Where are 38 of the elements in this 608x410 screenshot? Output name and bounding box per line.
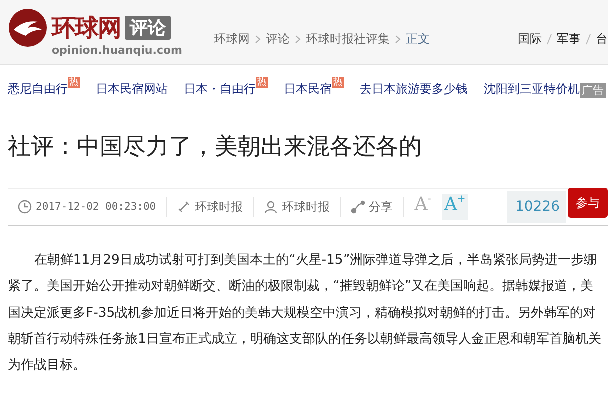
link-icon — [177, 200, 192, 214]
breadcrumb-link[interactable]: 环球网 — [214, 30, 250, 48]
clock-icon — [18, 200, 32, 214]
chevron-icon — [295, 34, 301, 44]
nav-link[interactable]: 台 — [596, 30, 608, 48]
nav-link[interactable]: 军事 — [557, 30, 581, 48]
ad-label: 广告 — [580, 83, 606, 98]
logo-icon — [8, 8, 48, 48]
separator-icon — [586, 34, 591, 44]
publish-time: 2017-12-02 00:23:00 — [36, 201, 156, 213]
join-button[interactable]: 参与 — [568, 188, 608, 218]
breadcrumb-link[interactable]: 评论 — [266, 30, 290, 48]
chevron-icon — [255, 34, 261, 44]
ad-link[interactable]: 日本民宿 — [284, 80, 332, 98]
chevron-icon — [395, 34, 401, 44]
nav-link[interactable]: 国际 — [518, 30, 542, 48]
breadcrumb-link[interactable]: 正文 — [406, 30, 430, 48]
ad-link[interactable]: 日本・自由行 — [184, 80, 256, 98]
ad-link[interactable]: 日本民宿网站 — [96, 80, 168, 98]
share-button[interactable]: 分享 — [369, 198, 394, 216]
ad-link[interactable]: 沈阳到三亚特价机 — [484, 80, 580, 98]
source-link[interactable]: 环球时报 — [195, 198, 244, 216]
ad-link[interactable]: 去日本旅游要多少钱 — [360, 80, 468, 98]
hot-badge: 热 — [256, 76, 268, 88]
share-icon — [351, 200, 366, 214]
ad-link[interactable]: 悉尼自由行 — [8, 80, 68, 98]
hot-badge: 热 — [68, 76, 80, 88]
separator-icon — [547, 34, 552, 44]
site-domain: opinion.huanqiu.com — [52, 44, 184, 56]
person-icon — [264, 200, 278, 214]
article-paragraph: 在朝鲜11月29日成功试射可打到美国本土的“火星-15”洲际弹道导弹之后，半岛紧张局势进一步绷紧了。美国开始公开推动对朝鲜断交、断油的极限制裁，“摧毁朝鲜论”又在美国响起。据韩媒报道，美国决定派更多F-35战机参加近日将开始的美韩大规模空中演习，精确模拟对朝鲜的打击。另外韩军的对朝斩首行动特殊任务旅1日宣布正式成立，明确这支部队的任务以朝鲜最高领导人金正恩和朝军首脑机关为作战目标。 — [8, 252, 602, 376]
logo-text: 环球网 — [52, 12, 121, 44]
article-title: 社评：中国尽力了，美朝出来混各还各的 — [8, 133, 423, 162]
section-badge: 评论 — [125, 16, 171, 40]
author-name: 环球时报 — [282, 198, 330, 216]
hot-badge: 热 — [332, 76, 344, 88]
comment-count[interactable]: 10226 — [507, 191, 566, 223]
breadcrumb-link[interactable]: 环球时报社评集 — [306, 30, 390, 48]
